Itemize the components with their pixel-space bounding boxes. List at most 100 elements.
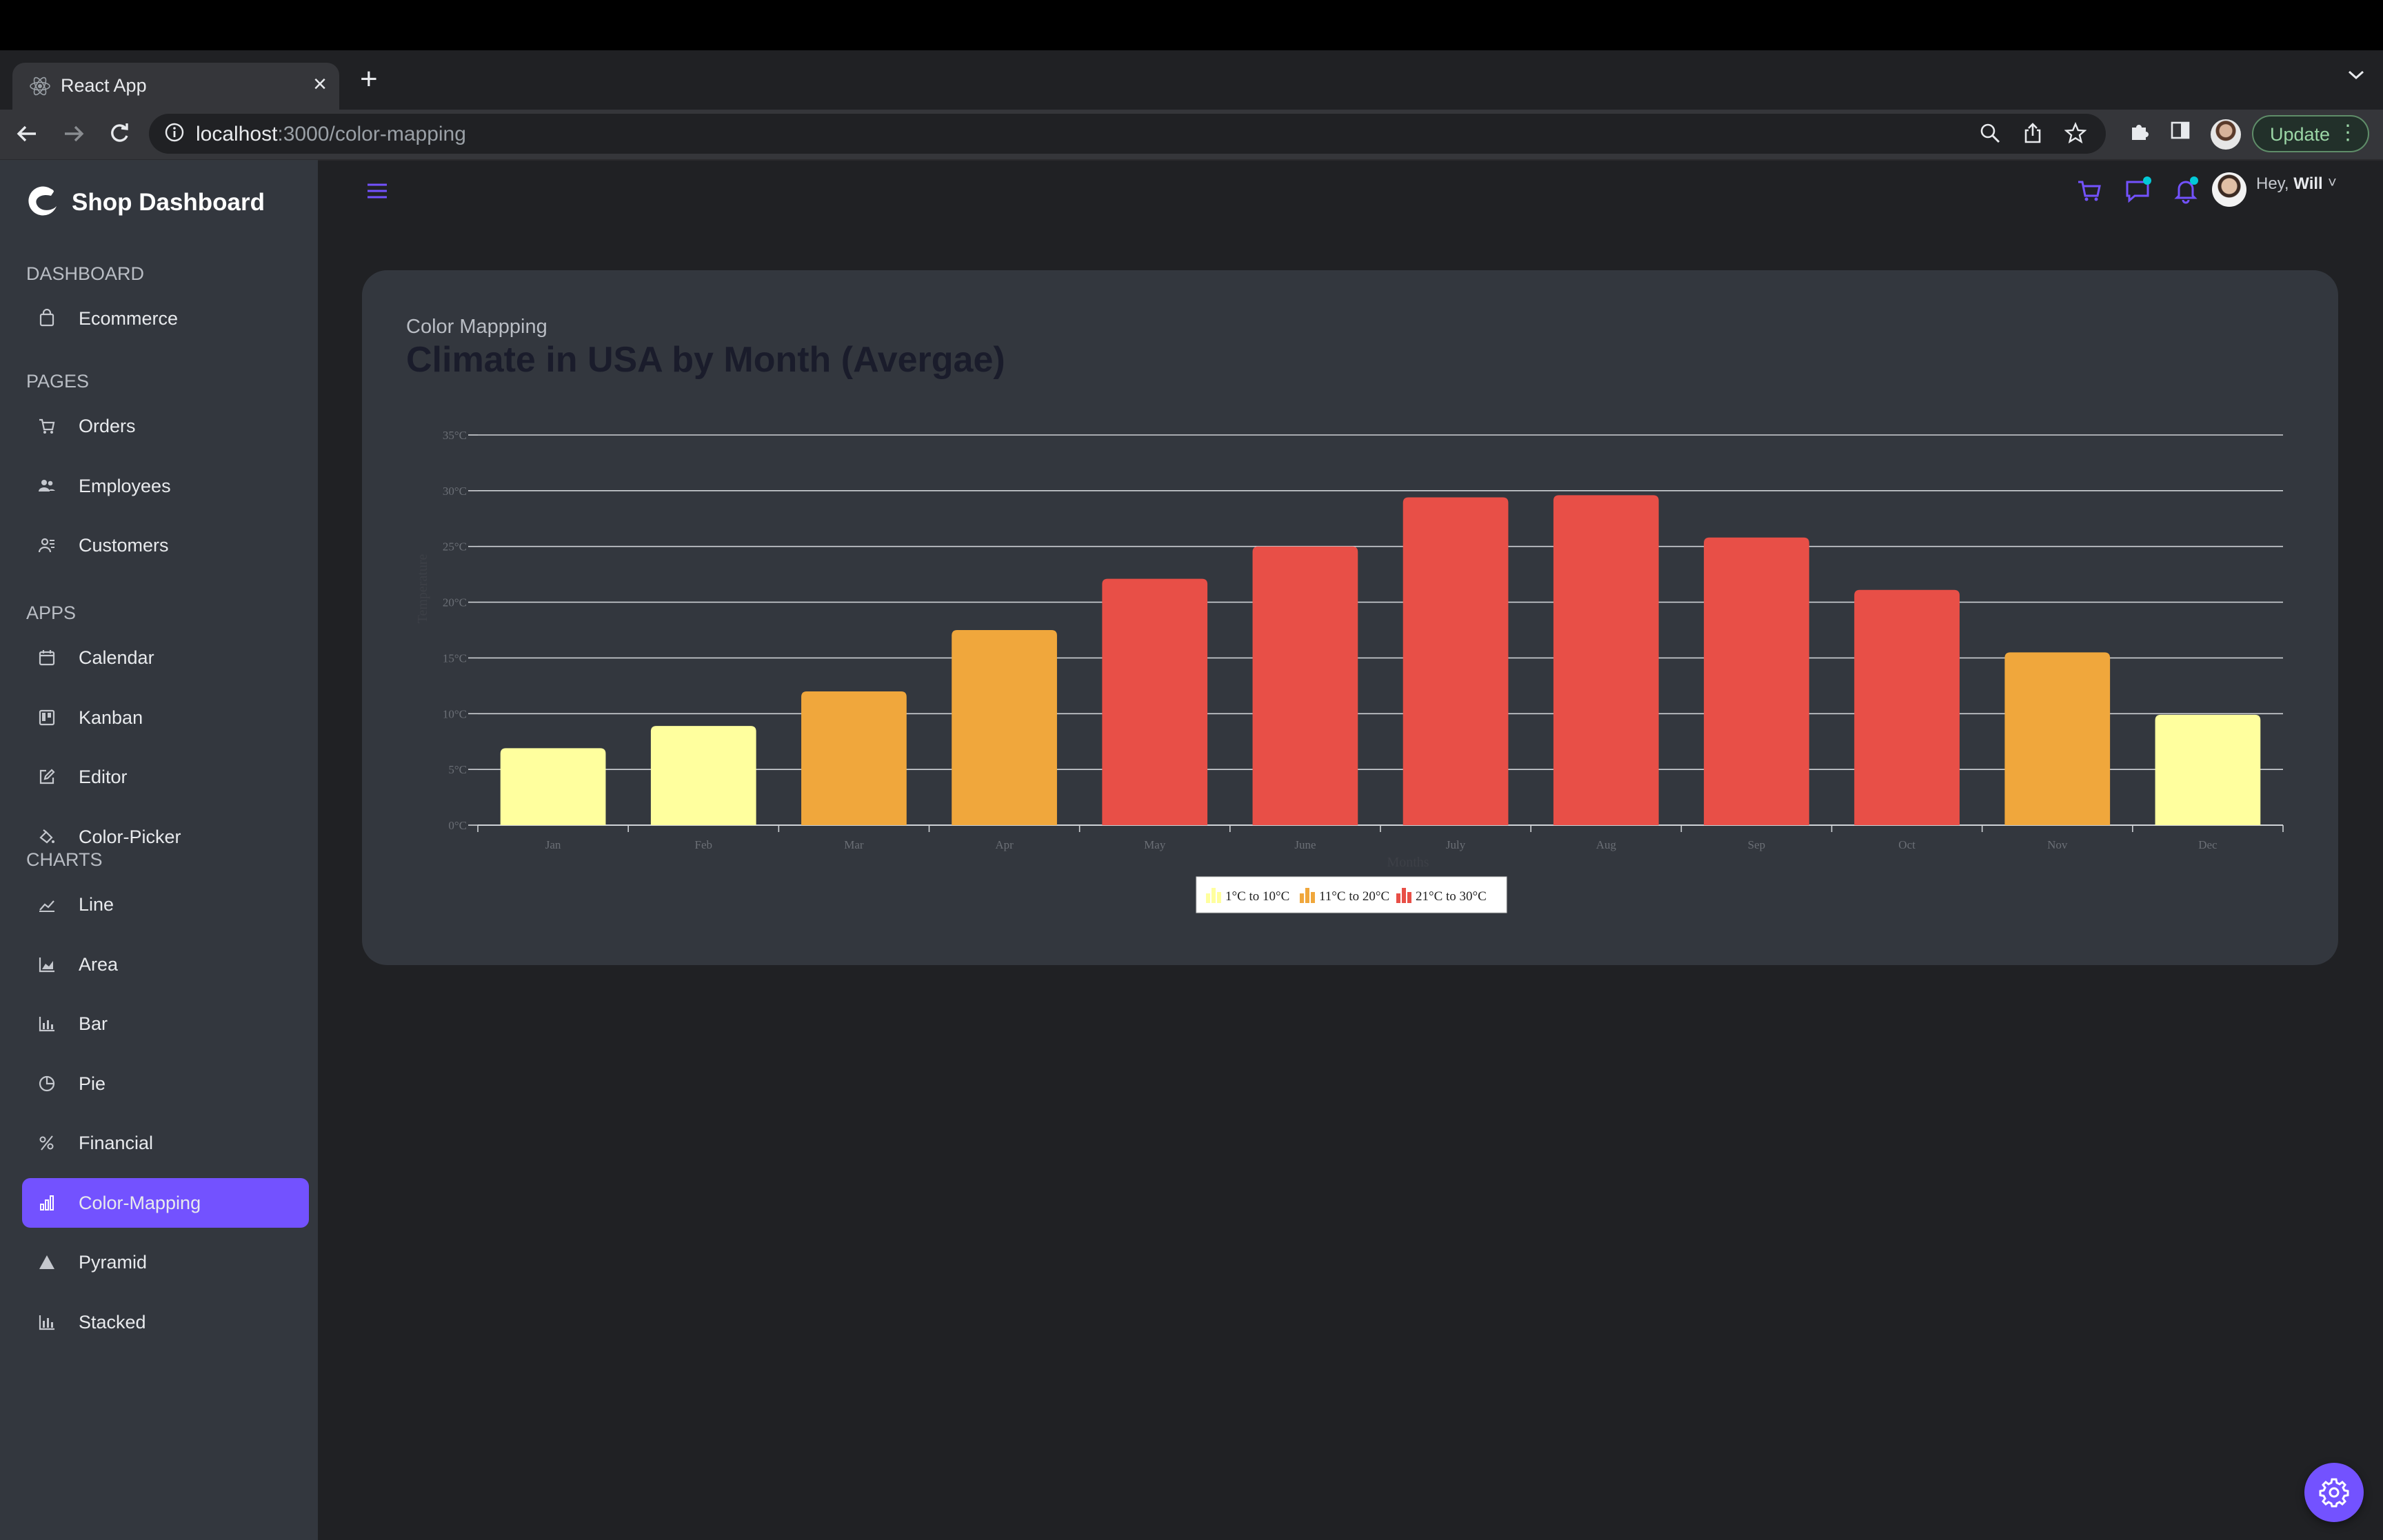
y-tick-label: 0°C bbox=[448, 819, 467, 832]
sidebar-item-label: Financial bbox=[79, 1133, 154, 1153]
info-icon[interactable] bbox=[164, 122, 185, 143]
close-tab-icon[interactable]: × bbox=[313, 71, 327, 98]
sidebar-item-label: Orders bbox=[79, 416, 136, 436]
user-greeting[interactable]: Hey, Will bbox=[2256, 174, 2323, 194]
sidebar-item-ecommerce[interactable]: Ecommerce bbox=[22, 294, 309, 343]
y-tick-label: 35°C bbox=[443, 429, 467, 442]
update-button[interactable]: Update ⋮ bbox=[2252, 115, 2369, 152]
sidebar-item-pie[interactable]: Pie bbox=[22, 1059, 309, 1108]
sidebar-item-label: Employees bbox=[79, 475, 171, 496]
color-mapping-card: Color Mappping Climate in USA by Month (… bbox=[362, 270, 2338, 965]
sidebar-item-pyramid[interactable]: Pyramid bbox=[22, 1237, 309, 1287]
x-tick-label: Sep bbox=[1748, 838, 1766, 851]
legend-label: 11°C to 20°C bbox=[1319, 889, 1389, 904]
theme-settings-button[interactable] bbox=[2304, 1463, 2364, 1522]
shopware-logo-icon bbox=[28, 186, 57, 216]
sidebar-item-orders[interactable]: Orders bbox=[22, 401, 309, 451]
extensions-icon[interactable] bbox=[2128, 119, 2151, 143]
shopping-bag-icon bbox=[39, 309, 54, 327]
sidebar-item-bar[interactable]: Bar bbox=[22, 999, 309, 1048]
sidebar-item-customers[interactable]: Customers bbox=[22, 520, 309, 570]
y-tick-label: 20°C bbox=[443, 596, 467, 609]
bar-june bbox=[1252, 546, 1358, 825]
bar-aug bbox=[1553, 495, 1659, 825]
user-group-icon bbox=[38, 538, 54, 553]
y-tick-label: 30°C bbox=[443, 485, 467, 498]
bar-feb bbox=[650, 726, 756, 825]
people-icon bbox=[39, 479, 55, 492]
stacked-bar-icon bbox=[40, 1195, 54, 1210]
forward-icon[interactable] bbox=[62, 122, 86, 145]
x-tick-label: Jan bbox=[545, 838, 561, 851]
bar-dec bbox=[2155, 714, 2261, 825]
url-text: localhost:3000/color-mapping bbox=[196, 123, 466, 145]
sidebar-item-label: Calendar bbox=[79, 647, 154, 668]
cart-icon[interactable] bbox=[2075, 176, 2103, 204]
browser-tab[interactable]: React App × bbox=[12, 63, 339, 110]
new-tab-icon[interactable]: + bbox=[360, 64, 378, 94]
sidebar-section-charts: CHARTS bbox=[26, 849, 103, 870]
y-tick-label: 15°C bbox=[443, 651, 467, 665]
sidebar-item-stacked[interactable]: Stacked bbox=[22, 1297, 309, 1347]
x-tick-label: July bbox=[1446, 838, 1466, 851]
x-tick-label: Feb bbox=[695, 838, 713, 851]
more-icon[interactable]: ⋮ bbox=[2337, 121, 2358, 145]
x-tick-label: May bbox=[1144, 838, 1166, 851]
y-axis-title: Temperature bbox=[415, 554, 430, 623]
sidebar-item-editor[interactable]: Editor bbox=[22, 752, 309, 802]
sidebar-section-dashboard: DASHBOARD bbox=[26, 263, 145, 284]
bar-nov bbox=[2004, 652, 2111, 825]
pie-chart-icon bbox=[39, 1075, 55, 1091]
edit-icon bbox=[39, 769, 55, 784]
line-chart-icon bbox=[39, 900, 54, 912]
gear-icon bbox=[2319, 1478, 2349, 1508]
address-bar[interactable]: localhost:3000/color-mapping bbox=[149, 114, 2106, 154]
y-tick-label: 10°C bbox=[443, 707, 467, 720]
sidebar-item-employees[interactable]: Employees bbox=[22, 461, 309, 511]
bar-may bbox=[1102, 578, 1208, 825]
sidebar-item-label: Editor bbox=[79, 767, 128, 787]
x-tick-label: Apr bbox=[995, 838, 1014, 851]
sidebar-item-calendar[interactable]: Calendar bbox=[22, 633, 309, 682]
user-avatar[interactable] bbox=[2212, 172, 2246, 207]
y-tick-label: 5°C bbox=[448, 763, 467, 776]
bar-mar bbox=[801, 691, 907, 825]
sidebar: Shop Dashboard DASHBOARD Ecommerce PAGES Or… bbox=[0, 160, 318, 1540]
bookmark-star-icon[interactable] bbox=[2064, 122, 2087, 144]
sidebar-item-kanban[interactable]: Kanban bbox=[22, 693, 309, 742]
area-chart-icon bbox=[39, 957, 54, 972]
share-icon[interactable] bbox=[2022, 122, 2044, 144]
menu-toggle-icon[interactable] bbox=[365, 181, 389, 201]
side-panel-icon[interactable] bbox=[2169, 119, 2191, 141]
sidebar-item-label: Kanban bbox=[79, 707, 143, 728]
back-icon[interactable] bbox=[15, 122, 39, 145]
zoom-icon[interactable] bbox=[1979, 122, 2001, 144]
sidebar-section-pages: PAGES bbox=[26, 371, 90, 392]
sidebar-item-label: Customers bbox=[79, 535, 169, 556]
bar-chart-icon bbox=[39, 1017, 54, 1032]
calendar-icon bbox=[39, 650, 55, 666]
x-tick-label: Nov bbox=[2047, 838, 2068, 851]
browser-tab-strip: React App × + bbox=[0, 50, 2383, 110]
bar-sep bbox=[1704, 537, 1809, 825]
chevron-down-icon[interactable] bbox=[2347, 70, 2365, 81]
sidebar-item-area[interactable]: Area bbox=[22, 940, 309, 989]
sidebar-item-financial[interactable]: Financial bbox=[22, 1118, 309, 1168]
stock-icon bbox=[39, 1135, 54, 1151]
profile-avatar[interactable] bbox=[2211, 119, 2241, 150]
chevron-down-icon[interactable]: ˅ bbox=[2328, 174, 2337, 192]
sidebar-item-label: Ecommerce bbox=[79, 308, 179, 329]
sidebar-item-label: Stacked bbox=[79, 1311, 146, 1333]
browser-toolbar: localhost:3000/color-mapping Update ⋮ bbox=[0, 110, 2383, 161]
bar-oct bbox=[1854, 589, 1960, 825]
legend-label: 1°C to 10°C bbox=[1225, 889, 1289, 904]
bar-apr bbox=[952, 630, 1057, 825]
sidebar-item-color-mapping[interactable]: Color-Mapping bbox=[22, 1177, 309, 1228]
sidebar-item-label: Pyramid bbox=[79, 1252, 148, 1273]
bar-jan bbox=[500, 748, 606, 825]
pyramid-icon bbox=[39, 1255, 54, 1269]
tab-title: React App bbox=[61, 75, 147, 96]
reload-icon[interactable] bbox=[108, 122, 131, 145]
bell-notification-dot bbox=[2190, 176, 2198, 185]
sidebar-item-line[interactable]: Line bbox=[22, 880, 309, 929]
